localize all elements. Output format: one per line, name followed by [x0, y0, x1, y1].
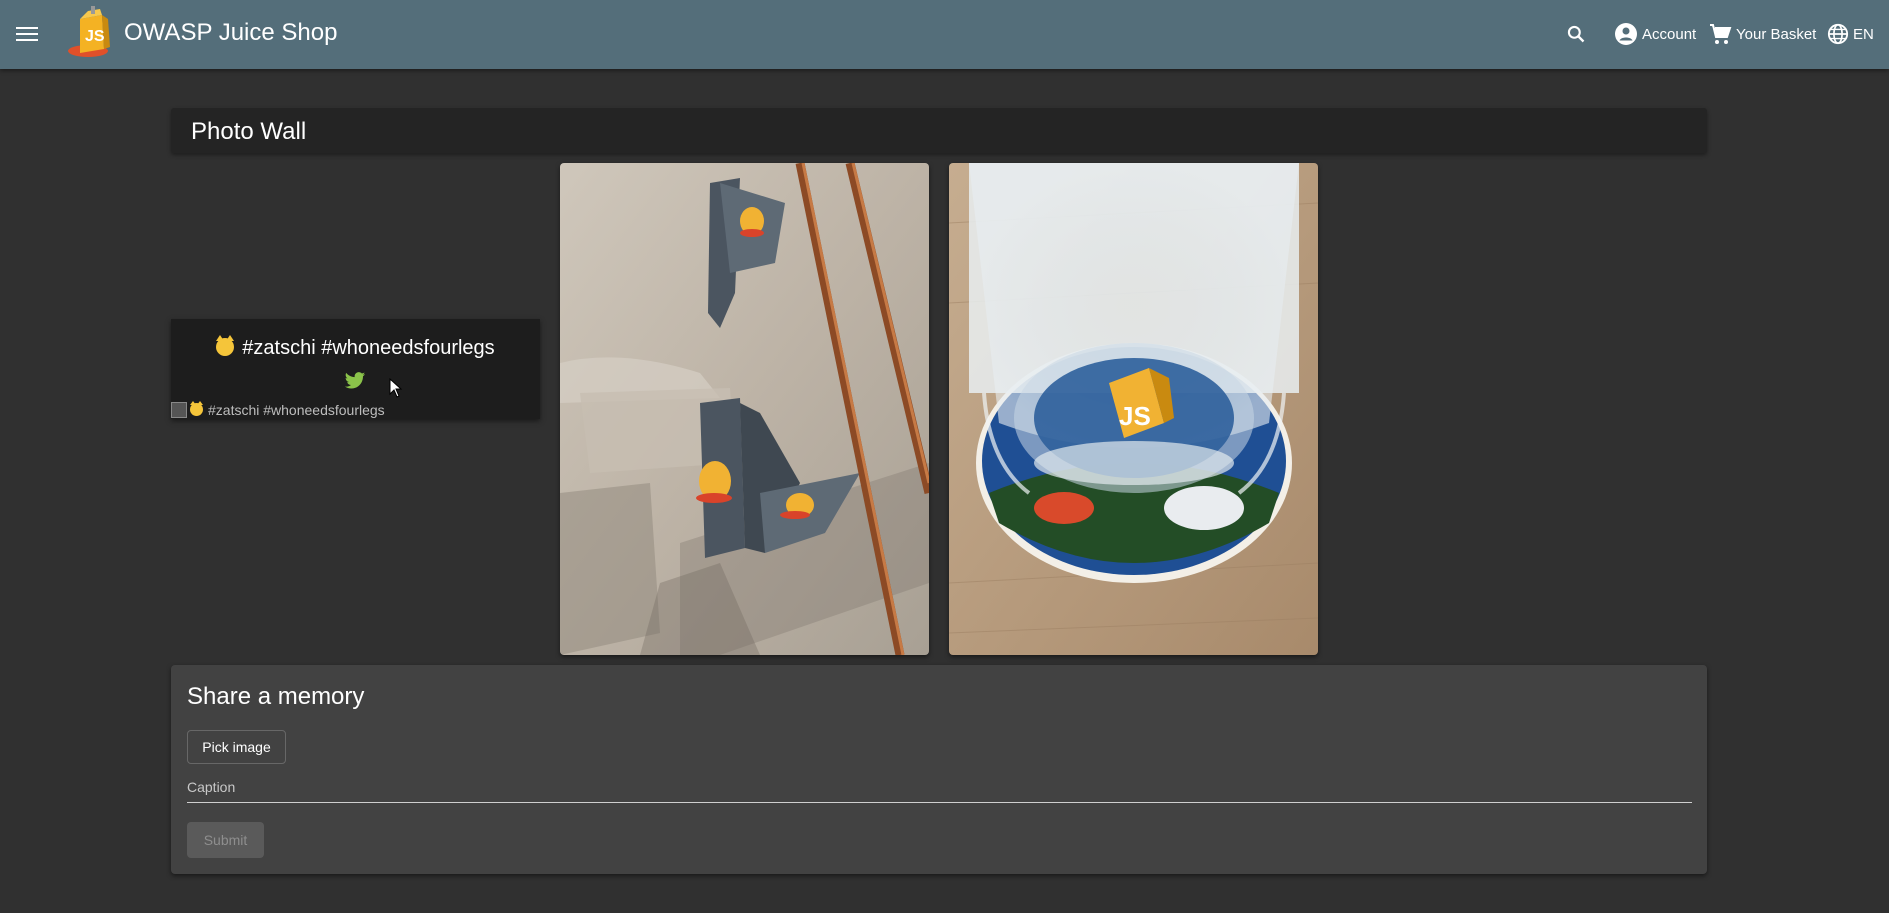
cat-face-icon	[190, 401, 203, 416]
account-circle-icon	[1615, 23, 1637, 45]
app-title[interactable]: OWASP Juice Shop	[124, 19, 337, 47]
photo-tile-2[interactable]	[560, 163, 929, 655]
basket-button[interactable]: Your Basket	[1708, 20, 1816, 48]
search-icon	[1567, 25, 1585, 43]
page-title-card: Photo Wall	[171, 108, 1707, 153]
submit-button[interactable]: Submit	[187, 822, 264, 858]
top-toolbar: JS OWASP Juice Shop Account Your Basket …	[0, 0, 1889, 69]
image-alt-text: #zatschi #whoneedsfourlegs	[208, 401, 385, 418]
juice-shop-logo[interactable]: JS	[66, 5, 118, 59]
caption-underline	[187, 802, 1692, 803]
caption-field[interactable]: Caption	[187, 779, 1692, 803]
broken-image: #zatschi #whoneedsfourlegs	[171, 401, 385, 418]
photo-tile-3[interactable]: JS	[949, 163, 1318, 655]
basket-label: Your Basket	[1736, 25, 1817, 43]
photo-brackets-image	[560, 163, 929, 655]
pick-image-button[interactable]: Pick image	[187, 730, 286, 764]
svg-text:JS: JS	[85, 28, 105, 45]
page-title: Photo Wall	[191, 118, 307, 145]
caption-label: Caption	[187, 779, 236, 795]
globe-icon	[1827, 23, 1849, 45]
menu-icon[interactable]	[13, 20, 41, 48]
search-button[interactable]	[1566, 20, 1590, 48]
share-memory-card: Share a memory Pick image Caption Submit	[171, 665, 1707, 874]
broken-image-icon	[171, 401, 187, 418]
account-label: Account	[1642, 25, 1697, 43]
twitter-icon[interactable]	[344, 371, 366, 391]
account-button[interactable]: Account	[1614, 20, 1696, 48]
photo-caption: #zatschi #whoneedsfourlegs	[242, 337, 495, 359]
cat-face-icon	[216, 335, 235, 356]
photo-overlay-caption: #zatschi #whoneedsfourlegs	[171, 335, 540, 360]
photo-glass-coaster-image: JS	[949, 163, 1318, 655]
language-button[interactable]: EN	[1827, 20, 1874, 48]
mouse-cursor-icon	[389, 378, 403, 398]
language-label: EN	[1853, 25, 1874, 43]
share-title: Share a memory	[187, 683, 365, 710]
shopping-cart-icon	[1710, 24, 1732, 44]
svg-text:JS: JS	[1119, 401, 1151, 431]
